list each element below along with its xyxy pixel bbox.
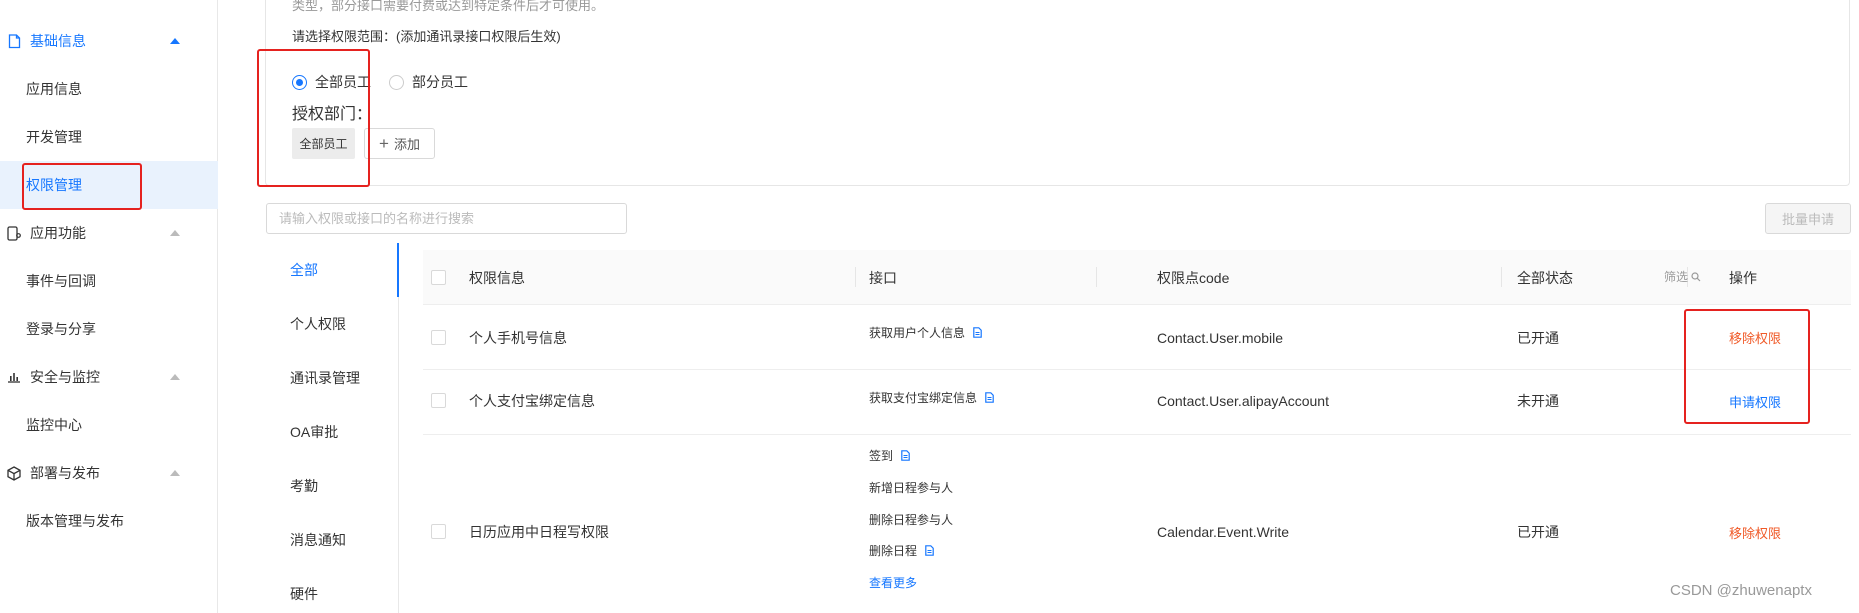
view-more-link[interactable]: 查看更多: [869, 572, 917, 592]
row-checkbox[interactable]: [431, 393, 446, 408]
sidebar-item-login-share[interactable]: 登录与分享: [0, 305, 218, 353]
sidebar-group-deploy-release[interactable]: 部署与发布: [0, 449, 218, 497]
add-label: 添加: [393, 137, 420, 152]
doc-link-icon[interactable]: [925, 544, 934, 556]
api-name[interactable]: 新增日程参与人: [869, 479, 953, 496]
watermark: CSDN @zhuwenaptx: [1670, 582, 1812, 599]
scope-top-hint: 类型，部分接口需要付费或达到特定条件后才可使用。: [292, 0, 605, 13]
filter-label[interactable]: 筛选: [1664, 268, 1688, 285]
category-attendance[interactable]: 考勤: [265, 459, 399, 513]
plus-icon: +: [379, 133, 389, 153]
sidebar-item-label: 开发管理: [26, 129, 82, 145]
batch-apply-button[interactable]: 批量申请: [1765, 203, 1851, 234]
chevron-up-icon: [170, 230, 180, 236]
category-contacts[interactable]: 通讯录管理: [265, 351, 399, 405]
highlight-box-actions: [1684, 309, 1810, 424]
category-hardware[interactable]: 硬件: [265, 567, 399, 613]
status-text: 已开通: [1517, 524, 1559, 540]
document-icon: [6, 33, 22, 49]
header-code: 权限点code: [1157, 269, 1230, 286]
column-separator: [855, 267, 856, 287]
api-name[interactable]: 获取用户个人信息: [869, 324, 965, 341]
api-item[interactable]: 签到: [869, 445, 910, 465]
status-filter[interactable]: 筛选: [1664, 268, 1701, 285]
category-all[interactable]: 全部: [265, 243, 399, 297]
category-nav: 全部 个人权限 通讯录管理 OA审批 考勤 消息通知 硬件: [265, 243, 399, 613]
permission-table: 权限信息 接口 权限点code 全部状态 操作 个人手机号信息 获取用户个人信息…: [423, 250, 1851, 613]
radio-label[interactable]: 部分员工: [412, 72, 468, 92]
remove-permission-button[interactable]: 移除权限: [1729, 517, 1781, 547]
permission-name: 个人支付宝绑定信息: [469, 393, 595, 409]
column-separator: [1501, 267, 1502, 287]
api-item[interactable]: 获取支付宝绑定信息: [869, 370, 994, 425]
table-row: 个人手机号信息 获取用户个人信息 Contact.User.mobile 已开通…: [423, 305, 1851, 370]
sidebar-item-version-release[interactable]: 版本管理与发布: [0, 497, 218, 545]
header-status[interactable]: 全部状态: [1517, 250, 1573, 305]
sidebar-item-label: 事件与回调: [26, 273, 96, 289]
highlight-box-scope: [257, 49, 370, 187]
select-all-checkbox[interactable]: [431, 270, 446, 285]
category-notification[interactable]: 消息通知: [265, 513, 399, 567]
api-item[interactable]: 删除日程: [869, 540, 934, 560]
api-name[interactable]: 签到: [869, 447, 893, 464]
sidebar-item-app-info[interactable]: 应用信息: [0, 65, 218, 113]
api-item[interactable]: 新增日程参与人: [869, 477, 953, 497]
sidebar-group-label: 应用功能: [30, 225, 86, 241]
header-info: 权限信息: [469, 269, 525, 286]
search-input[interactable]: [266, 203, 627, 234]
sidebar-group-basic-info[interactable]: 基础信息: [0, 17, 218, 65]
sidebar-item-dev-management[interactable]: 开发管理: [0, 113, 218, 161]
table-row: 日历应用中日程写权限 签到 新增日程参与人 删除日程参与人 删除日程 查看更多 …: [423, 435, 1851, 613]
sidebar-item-label: 监控中心: [26, 417, 82, 433]
radio-some-employees[interactable]: [389, 74, 404, 90]
app-phone-icon: [6, 225, 22, 241]
doc-link-icon[interactable]: [985, 392, 994, 403]
api-name[interactable]: 删除日程: [869, 542, 917, 559]
api-name[interactable]: 删除日程参与人: [869, 511, 953, 528]
category-oa-approval[interactable]: OA审批: [265, 405, 399, 459]
sidebar-group-label: 基础信息: [30, 33, 86, 49]
row-checkbox[interactable]: [431, 330, 446, 345]
chevron-up-icon: [170, 38, 180, 44]
permission-code: Calendar.Event.Write: [1157, 524, 1290, 540]
doc-link-icon[interactable]: [973, 327, 982, 338]
sidebar-item-monitoring-center[interactable]: 监控中心: [0, 401, 218, 449]
category-personal[interactable]: 个人权限: [265, 297, 399, 351]
permission-name: 个人手机号信息: [469, 329, 567, 346]
cube-icon: [6, 465, 22, 481]
api-item[interactable]: 删除日程参与人: [869, 509, 953, 529]
sidebar: 基础信息 应用信息 开发管理 权限管理 应用功能 事件与回调 登录与分享 安全与…: [0, 0, 218, 613]
search-icon[interactable]: [1691, 271, 1701, 282]
doc-link-icon[interactable]: [901, 449, 910, 461]
sidebar-group-security-monitoring[interactable]: 安全与监控: [0, 353, 218, 401]
add-dept-button[interactable]: + 添加: [364, 128, 435, 159]
table-row: 个人支付宝绑定信息 获取支付宝绑定信息 Contact.User.alipayA…: [423, 370, 1851, 435]
sidebar-group-label: 部署与发布: [30, 465, 100, 481]
sidebar-item-events-callbacks[interactable]: 事件与回调: [0, 257, 218, 305]
sidebar-item-label: 版本管理与发布: [26, 513, 124, 529]
highlight-box-sidebar: [22, 163, 142, 210]
api-name[interactable]: 获取支付宝绑定信息: [869, 389, 977, 406]
sidebar-item-label: 登录与分享: [26, 321, 96, 337]
sidebar-item-label: 应用信息: [26, 81, 82, 97]
chevron-up-icon: [170, 470, 180, 476]
table-header: 权限信息 接口 权限点code 全部状态 操作: [423, 250, 1851, 305]
row-checkbox[interactable]: [431, 524, 446, 539]
permission-code: Contact.User.mobile: [1157, 329, 1284, 346]
permission-name: 日历应用中日程写权限: [469, 524, 609, 540]
status-text: 未开通: [1517, 393, 1559, 409]
sidebar-group-app-features[interactable]: 应用功能: [0, 209, 218, 257]
api-item[interactable]: 获取用户个人信息: [869, 305, 982, 360]
status-text: 已开通: [1517, 329, 1559, 346]
chevron-up-icon: [170, 374, 180, 380]
bar-chart-icon: [6, 369, 22, 385]
sidebar-group-label: 安全与监控: [30, 369, 100, 385]
header-action: 操作: [1729, 269, 1757, 286]
column-separator: [1096, 267, 1097, 287]
permission-code: Contact.User.alipayAccount: [1157, 393, 1329, 409]
scope-label: 请选择权限范围：(添加通讯录接口权限后生效): [292, 29, 561, 44]
header-api: 接口: [869, 269, 897, 286]
